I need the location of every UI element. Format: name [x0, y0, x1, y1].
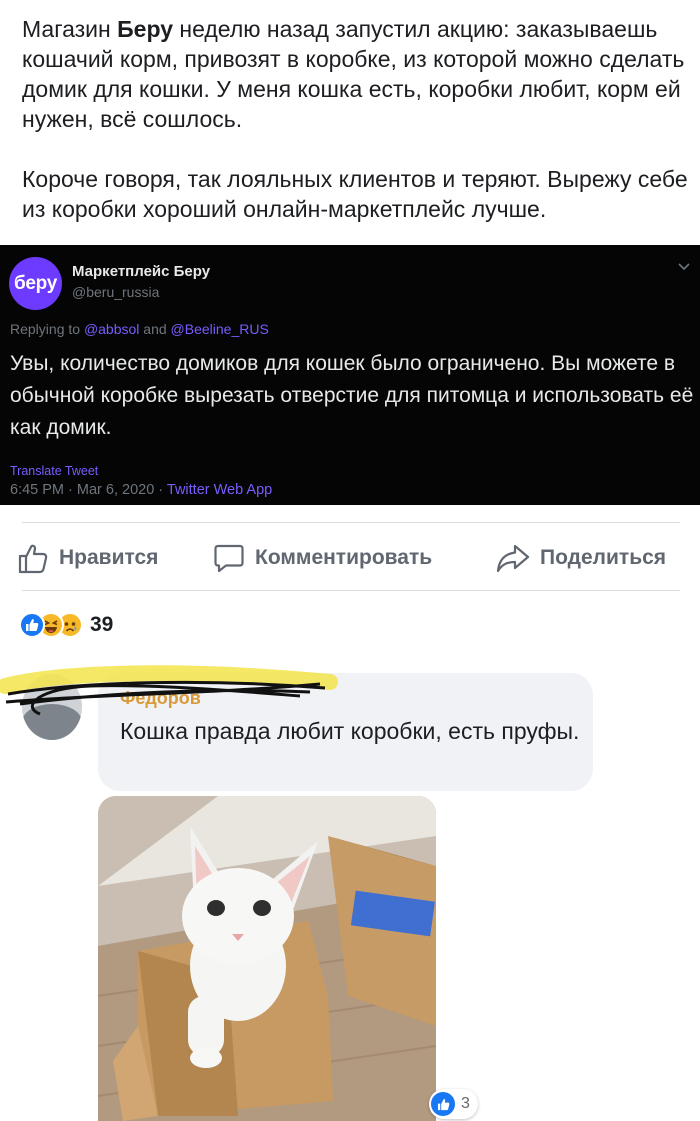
tweet-replying-to: Replying to @abbsol and @Beeline_RUS: [10, 321, 269, 337]
comment-like-count: 3: [461, 1095, 470, 1112]
share-icon: [496, 544, 530, 573]
tweet-meta: 6:45 PM · Mar 6, 2020 · Twitter Web App: [10, 482, 273, 498]
like-label: Нравится: [59, 546, 159, 569]
tweet-avatar: беру: [9, 257, 62, 310]
chevron-down-icon: [678, 259, 690, 274]
reactions-count: 39: [90, 613, 114, 636]
comment-label: Комментировать: [255, 546, 433, 569]
cat-in-box-image: [98, 796, 436, 1121]
post-paragraph-2: Короче говоря, так лояльных клиентов и т…: [22, 166, 688, 222]
divider: [22, 590, 680, 591]
like-button[interactable]: Нравится: [17, 540, 158, 576]
tweet-body: Увы, количество домиков для кошек было о…: [10, 352, 694, 439]
share-label: Поделиться: [540, 546, 667, 569]
tweet-handle: @beru_russia: [72, 284, 160, 300]
thumbs-up-icon: [431, 1092, 455, 1116]
mention-link: @abbsol: [83, 321, 140, 337]
share-button[interactable]: Поделиться: [496, 540, 666, 576]
post-paragraph-1: Магазин Беру неделю назад запустил акцию…: [22, 16, 685, 132]
comment-like-badge[interactable]: 3: [429, 1089, 478, 1119]
tweet-display-name: Маркетплейс Беру: [72, 263, 211, 280]
divider: [22, 522, 680, 523]
translate-tweet-link: Translate Tweet: [10, 464, 99, 478]
like-reaction-icon: [19, 612, 45, 638]
comment-text: Кошка правда любит коробки, есть пруфы.: [120, 718, 580, 744]
reactions-summary[interactable]: 39: [19, 610, 113, 640]
comment-photo[interactable]: [98, 796, 436, 1121]
comment-button[interactable]: Комментировать: [213, 540, 432, 576]
post-text: Магазин Беру неделю назад запустил акцию…: [22, 14, 692, 224]
mention-link: @Beeline_RUS: [170, 321, 269, 337]
brand-name: Беру: [117, 16, 173, 42]
thumbs-up-icon: [18, 544, 48, 574]
comment-icon: [214, 544, 244, 573]
